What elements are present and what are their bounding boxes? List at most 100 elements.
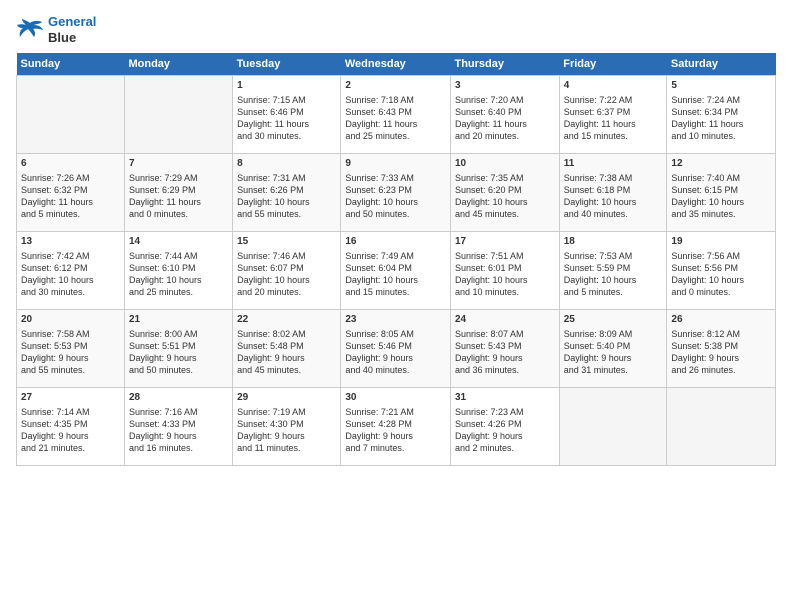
day-info-text: Sunset: 6:46 PM xyxy=(237,106,336,118)
day-info-text: Sunrise: 7:53 AM xyxy=(564,250,663,262)
col-header-wednesday: Wednesday xyxy=(341,53,451,76)
day-info-text: Sunrise: 7:20 AM xyxy=(455,94,555,106)
day-number: 29 xyxy=(237,391,336,405)
day-info-text: Sunset: 6:37 PM xyxy=(564,106,663,118)
day-number: 3 xyxy=(455,79,555,93)
day-info-text: and 7 minutes. xyxy=(345,442,446,454)
day-info-text: and 0 minutes. xyxy=(671,286,771,298)
calendar-cell: 4Sunrise: 7:22 AMSunset: 6:37 PMDaylight… xyxy=(559,76,667,154)
column-headers-row: SundayMondayTuesdayWednesdayThursdayFrid… xyxy=(17,53,776,76)
day-info-text: Daylight: 9 hours xyxy=(129,352,228,364)
day-info-text: and 15 minutes. xyxy=(564,130,663,142)
day-info-text: Sunrise: 7:14 AM xyxy=(21,406,120,418)
day-info-text: and 26 minutes. xyxy=(671,364,771,376)
day-info-text: Sunrise: 8:07 AM xyxy=(455,328,555,340)
calendar-cell: 17Sunrise: 7:51 AMSunset: 6:01 PMDayligh… xyxy=(450,232,559,310)
day-info-text: Sunset: 4:26 PM xyxy=(455,418,555,430)
col-header-sunday: Sunday xyxy=(17,53,125,76)
calendar-cell: 13Sunrise: 7:42 AMSunset: 6:12 PMDayligh… xyxy=(17,232,125,310)
day-info-text: Daylight: 10 hours xyxy=(129,274,228,286)
day-number: 11 xyxy=(564,157,663,171)
logo-text: GeneralBlue xyxy=(48,14,96,45)
day-info-text: Sunrise: 7:56 AM xyxy=(671,250,771,262)
day-info-text: Sunset: 5:46 PM xyxy=(345,340,446,352)
day-info-text: Sunrise: 7:29 AM xyxy=(129,172,228,184)
day-info-text: and 21 minutes. xyxy=(21,442,120,454)
day-info-text: Sunset: 6:34 PM xyxy=(671,106,771,118)
day-info-text: Sunrise: 7:26 AM xyxy=(21,172,120,184)
calendar-cell: 22Sunrise: 8:02 AMSunset: 5:48 PMDayligh… xyxy=(233,310,341,388)
day-info-text: and 31 minutes. xyxy=(564,364,663,376)
day-info-text: Sunrise: 8:12 AM xyxy=(671,328,771,340)
day-info-text: Daylight: 11 hours xyxy=(345,118,446,130)
day-number: 10 xyxy=(455,157,555,171)
day-info-text: Sunset: 4:30 PM xyxy=(237,418,336,430)
week-row-4: 20Sunrise: 7:58 AMSunset: 5:53 PMDayligh… xyxy=(17,310,776,388)
day-number: 2 xyxy=(345,79,446,93)
day-info-text: and 20 minutes. xyxy=(455,130,555,142)
page-header: GeneralBlue xyxy=(16,14,776,45)
day-info-text: and 45 minutes. xyxy=(237,364,336,376)
day-info-text: Daylight: 9 hours xyxy=(345,430,446,442)
day-number: 15 xyxy=(237,235,336,249)
day-number: 25 xyxy=(564,313,663,327)
day-info-text: Sunrise: 7:18 AM xyxy=(345,94,446,106)
day-info-text: Daylight: 9 hours xyxy=(237,352,336,364)
calendar-cell: 16Sunrise: 7:49 AMSunset: 6:04 PMDayligh… xyxy=(341,232,451,310)
calendar-cell: 1Sunrise: 7:15 AMSunset: 6:46 PMDaylight… xyxy=(233,76,341,154)
day-number: 9 xyxy=(345,157,446,171)
day-info-text: Sunrise: 7:35 AM xyxy=(455,172,555,184)
day-number: 27 xyxy=(21,391,120,405)
calendar-cell xyxy=(667,388,776,466)
calendar-cell: 9Sunrise: 7:33 AMSunset: 6:23 PMDaylight… xyxy=(341,154,451,232)
day-info-text: Sunset: 5:59 PM xyxy=(564,262,663,274)
calendar-cell: 8Sunrise: 7:31 AMSunset: 6:26 PMDaylight… xyxy=(233,154,341,232)
day-info-text: Daylight: 11 hours xyxy=(129,196,228,208)
calendar-cell: 29Sunrise: 7:19 AMSunset: 4:30 PMDayligh… xyxy=(233,388,341,466)
day-number: 4 xyxy=(564,79,663,93)
day-info-text: and 5 minutes. xyxy=(564,286,663,298)
calendar-cell: 23Sunrise: 8:05 AMSunset: 5:46 PMDayligh… xyxy=(341,310,451,388)
col-header-friday: Friday xyxy=(559,53,667,76)
day-number: 1 xyxy=(237,79,336,93)
day-number: 5 xyxy=(671,79,771,93)
calendar-cell: 18Sunrise: 7:53 AMSunset: 5:59 PMDayligh… xyxy=(559,232,667,310)
day-info-text: Sunset: 4:33 PM xyxy=(129,418,228,430)
day-info-text: Daylight: 9 hours xyxy=(455,352,555,364)
day-info-text: Daylight: 9 hours xyxy=(564,352,663,364)
day-info-text: Daylight: 10 hours xyxy=(237,196,336,208)
day-info-text: Daylight: 11 hours xyxy=(564,118,663,130)
day-info-text: Sunset: 6:18 PM xyxy=(564,184,663,196)
day-info-text: Sunset: 6:32 PM xyxy=(21,184,120,196)
day-info-text: Sunrise: 7:49 AM xyxy=(345,250,446,262)
day-info-text: and 5 minutes. xyxy=(21,208,120,220)
calendar-cell: 19Sunrise: 7:56 AMSunset: 5:56 PMDayligh… xyxy=(667,232,776,310)
day-number: 8 xyxy=(237,157,336,171)
day-info-text: Daylight: 9 hours xyxy=(21,430,120,442)
week-row-5: 27Sunrise: 7:14 AMSunset: 4:35 PMDayligh… xyxy=(17,388,776,466)
calendar-cell xyxy=(124,76,232,154)
day-number: 23 xyxy=(345,313,446,327)
day-info-text: Sunset: 5:53 PM xyxy=(21,340,120,352)
week-row-2: 6Sunrise: 7:26 AMSunset: 6:32 PMDaylight… xyxy=(17,154,776,232)
day-info-text: Sunset: 6:12 PM xyxy=(21,262,120,274)
day-info-text: Sunset: 6:43 PM xyxy=(345,106,446,118)
day-info-text: Sunset: 6:40 PM xyxy=(455,106,555,118)
calendar-cell: 2Sunrise: 7:18 AMSunset: 6:43 PMDaylight… xyxy=(341,76,451,154)
day-info-text: Sunset: 6:15 PM xyxy=(671,184,771,196)
day-info-text: and 15 minutes. xyxy=(345,286,446,298)
day-number: 24 xyxy=(455,313,555,327)
logo-icon xyxy=(16,19,44,41)
day-info-text: and 55 minutes. xyxy=(237,208,336,220)
day-info-text: and 30 minutes. xyxy=(237,130,336,142)
day-info-text: Sunset: 5:56 PM xyxy=(671,262,771,274)
day-info-text: Sunrise: 8:02 AM xyxy=(237,328,336,340)
calendar-cell xyxy=(559,388,667,466)
calendar-cell: 28Sunrise: 7:16 AMSunset: 4:33 PMDayligh… xyxy=(124,388,232,466)
day-info-text: Sunset: 5:51 PM xyxy=(129,340,228,352)
day-info-text: Daylight: 10 hours xyxy=(455,196,555,208)
day-info-text: Daylight: 10 hours xyxy=(237,274,336,286)
calendar-cell: 21Sunrise: 8:00 AMSunset: 5:51 PMDayligh… xyxy=(124,310,232,388)
day-info-text: Sunrise: 7:16 AM xyxy=(129,406,228,418)
day-info-text: Daylight: 10 hours xyxy=(564,196,663,208)
